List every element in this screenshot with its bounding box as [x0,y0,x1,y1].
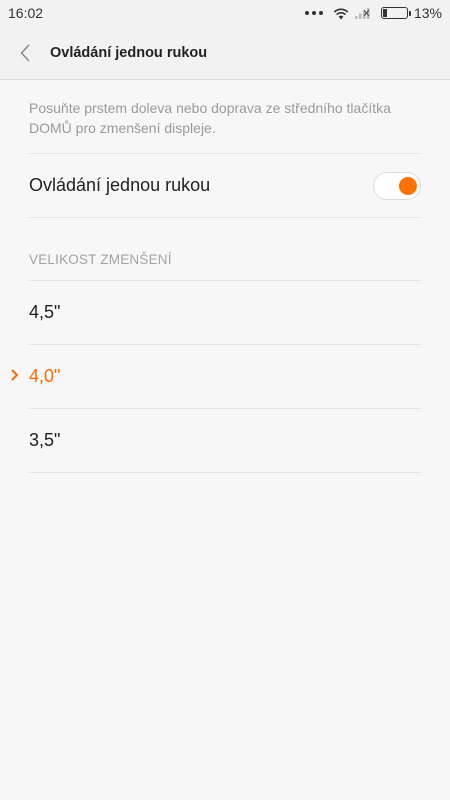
section-title: VELIKOST ZMENŠENÍ [29,218,421,281]
back-button[interactable] [0,26,50,80]
size-option-3-5[interactable]: 3,5" [29,409,421,473]
size-option-label: 4,0" [29,366,61,386]
toggle-knob [399,176,417,195]
size-option-label: 3,5" [29,430,61,450]
battery-percent: 13% [413,5,442,21]
page-title: Ovládání jednou rukou [50,44,208,61]
status-bar: 16:02 13% [0,0,450,26]
size-option-4-0[interactable]: 4,0" [11,345,421,409]
chevron-left-icon [20,44,30,61]
status-icons: 13% [304,5,442,21]
size-option-4-5[interactable]: 4,5" [29,281,421,345]
more-notifications-icon [304,11,323,15]
description-text: Posuňte prstem doleva nebo doprava ze st… [29,98,421,154]
settings-content: Posuňte prstem doleva nebo doprava ze st… [11,80,421,473]
one-hand-mode-label: Ovládání jednou rukou [29,175,211,195]
selected-chevron-icon [11,369,18,381]
wifi-icon [333,7,349,19]
status-time: 16:02 [8,5,44,21]
one-hand-mode-toggle[interactable] [373,171,421,200]
battery-icon [380,7,411,19]
header-bar: Ovládání jednou rukou [0,26,450,80]
one-hand-mode-row[interactable]: Ovládání jednou rukou [29,154,421,218]
size-option-label: 4,5" [29,302,61,322]
signal-icon [354,8,370,19]
